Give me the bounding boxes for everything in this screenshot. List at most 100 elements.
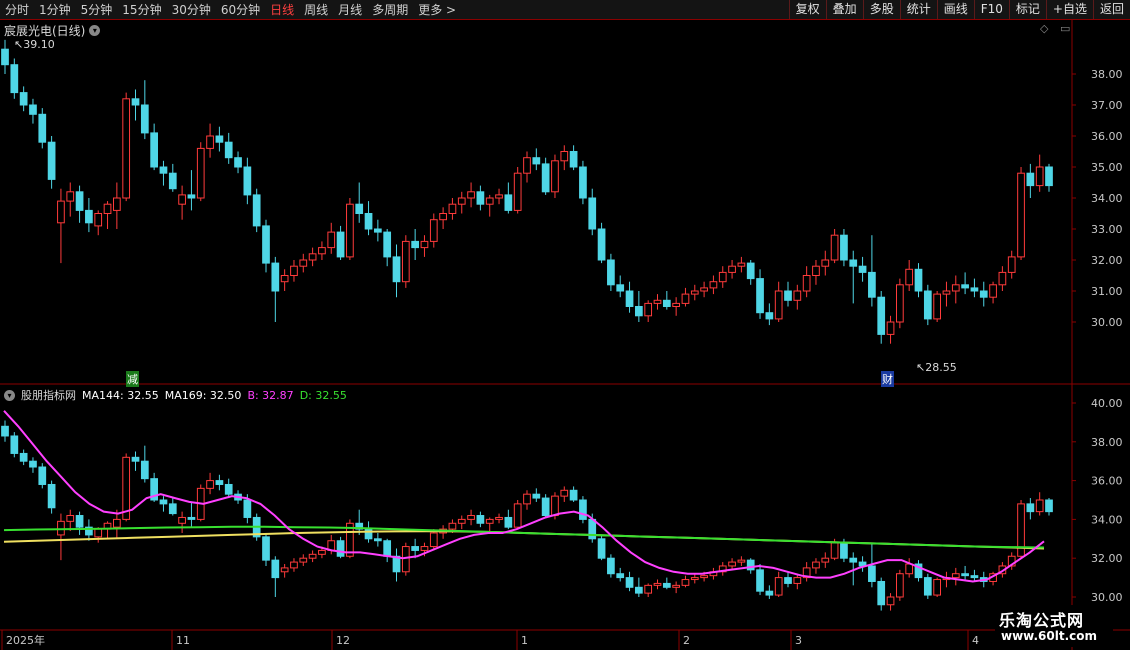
- tool-button-2[interactable]: 多股: [862, 0, 900, 19]
- period-tab-8[interactable]: 月线: [333, 1, 367, 18]
- ind-candle-body: [625, 577, 634, 588]
- candle-body: [896, 284, 904, 323]
- ind-candle-body: [607, 557, 615, 575]
- candle-body: [625, 290, 634, 307]
- ind-candle-body: [886, 596, 895, 606]
- low-price-label: ↖28.55: [916, 361, 957, 374]
- main-y-tick-label: 36.00: [1091, 130, 1123, 143]
- ind-candle-body: [364, 528, 373, 540]
- candle-body: [784, 290, 792, 301]
- period-tab-1[interactable]: 1分钟: [34, 1, 76, 18]
- ind-candle-body: [551, 495, 559, 517]
- ind-candle-body: [178, 516, 186, 524]
- candle-body: [206, 135, 214, 149]
- ind-candle-body: [868, 565, 876, 582]
- candle-body: [75, 191, 84, 211]
- ind-candle-body: [495, 516, 503, 520]
- candle-body: [551, 160, 559, 193]
- kline-chart[interactable]: 38.00 37.00 36.00 35.00 34.00 33.00 32.00 31.00…: [0, 20, 1130, 650]
- ind-candle-body: [513, 503, 522, 528]
- candle-body: [737, 262, 746, 267]
- candle-body: [1035, 166, 1044, 187]
- main-y-tick-label: 34.00: [1091, 192, 1123, 205]
- ind-candle-body: [308, 553, 317, 559]
- candle-body: [1045, 166, 1053, 187]
- ind-candle-body: [1035, 499, 1044, 513]
- tool-button-4[interactable]: 画线: [936, 0, 974, 19]
- candle-body: [607, 259, 615, 286]
- period-tab-7[interactable]: 周线: [299, 1, 333, 18]
- watermark-url: www.60lt.com: [1001, 629, 1098, 643]
- period-tab-9[interactable]: 多周期: [367, 1, 413, 18]
- ind-y-tick-label: 32.00: [1091, 552, 1123, 565]
- candle-body: [793, 290, 802, 301]
- period-tab-10[interactable]: 更多 >: [413, 1, 461, 18]
- tool-button-6[interactable]: 标记: [1008, 0, 1046, 19]
- candle-body: [234, 157, 242, 168]
- ind-candle-body: [485, 518, 494, 524]
- candle-body: [47, 141, 56, 180]
- candle-body: [224, 141, 233, 159]
- main-y-tick-label: 37.00: [1091, 99, 1123, 112]
- candle-body: [327, 231, 336, 249]
- period-tab-4[interactable]: 30分钟: [167, 1, 216, 18]
- ind-candle-body: [411, 546, 419, 551]
- x-tick-label: 11: [176, 634, 190, 647]
- candle-body: [38, 113, 47, 143]
- tool-button-5[interactable]: F10: [973, 0, 1009, 19]
- ind-candle-body: [961, 573, 969, 577]
- ind-candle-body: [569, 489, 578, 501]
- period-tab-5[interactable]: 60分钟: [216, 1, 265, 18]
- ind-candle-body: [877, 580, 886, 606]
- candle-body: [252, 194, 261, 227]
- candle-body: [429, 219, 438, 242]
- candle-body: [681, 293, 690, 304]
- candle-body: [159, 166, 168, 174]
- tool-button-7[interactable]: +自选: [1045, 0, 1093, 19]
- main-y-tick-label: 32.00: [1091, 254, 1123, 267]
- candle-body: [411, 240, 419, 249]
- tool-button-3[interactable]: 统计: [899, 0, 937, 19]
- candle-body: [336, 231, 345, 258]
- candle-body: [933, 293, 941, 320]
- ind-candle-body: [94, 528, 103, 538]
- period-tab-6[interactable]: 日线: [265, 1, 299, 18]
- candle-body: [364, 213, 373, 230]
- ind-candle-body: [737, 559, 746, 563]
- x-tick-label: 2025年: [6, 633, 45, 647]
- tool-button-8[interactable]: 返回: [1092, 0, 1130, 19]
- candle-body: [467, 191, 475, 199]
- candle-body: [709, 281, 718, 289]
- ind-candle-body: [541, 497, 550, 517]
- candle-body: [672, 302, 680, 307]
- main-y-tick-label: 30.00: [1091, 316, 1123, 329]
- ind-candle-body: [933, 579, 941, 596]
- ind-candle-body: [383, 540, 392, 557]
- ind-candle-body: [476, 515, 485, 524]
- candle-body: [812, 265, 820, 276]
- candle-body: [886, 321, 895, 335]
- candle-body: [569, 151, 578, 168]
- ind-candle-body: [644, 584, 653, 594]
- period-tab-3[interactable]: 15分钟: [117, 1, 166, 18]
- finance-marker[interactable]: 财: [881, 371, 894, 387]
- period-toolbar: 分时 1分钟 5分钟 15分钟 30分钟 60分钟 日线 周线 月线 多周期 更多 > 复权 叠加 多股…: [0, 0, 1130, 20]
- x-tick-label: 1: [521, 634, 528, 647]
- candle-body: [485, 197, 494, 205]
- ind-candle-body: [224, 483, 233, 495]
- ind-candle-body: [467, 515, 475, 520]
- candle-body: [840, 234, 848, 261]
- period-tab-0[interactable]: 分时: [0, 1, 34, 18]
- main-y-tick-label: 31.00: [1091, 285, 1123, 298]
- ind-candle-body: [140, 460, 149, 480]
- candle-body: [504, 194, 513, 211]
- watermark: 乐淘公式网 www.60lt.com: [995, 605, 1113, 647]
- candle-body: [849, 259, 858, 267]
- tool-button-1[interactable]: 叠加: [825, 0, 863, 19]
- tool-button-0[interactable]: 复权: [788, 0, 826, 19]
- reduce-marker[interactable]: 减: [126, 371, 139, 387]
- ind-candle-body: [243, 499, 252, 518]
- ind-candle-body: [616, 573, 625, 579]
- period-tab-2[interactable]: 5分钟: [76, 1, 118, 18]
- ind-candle-body: [681, 579, 690, 586]
